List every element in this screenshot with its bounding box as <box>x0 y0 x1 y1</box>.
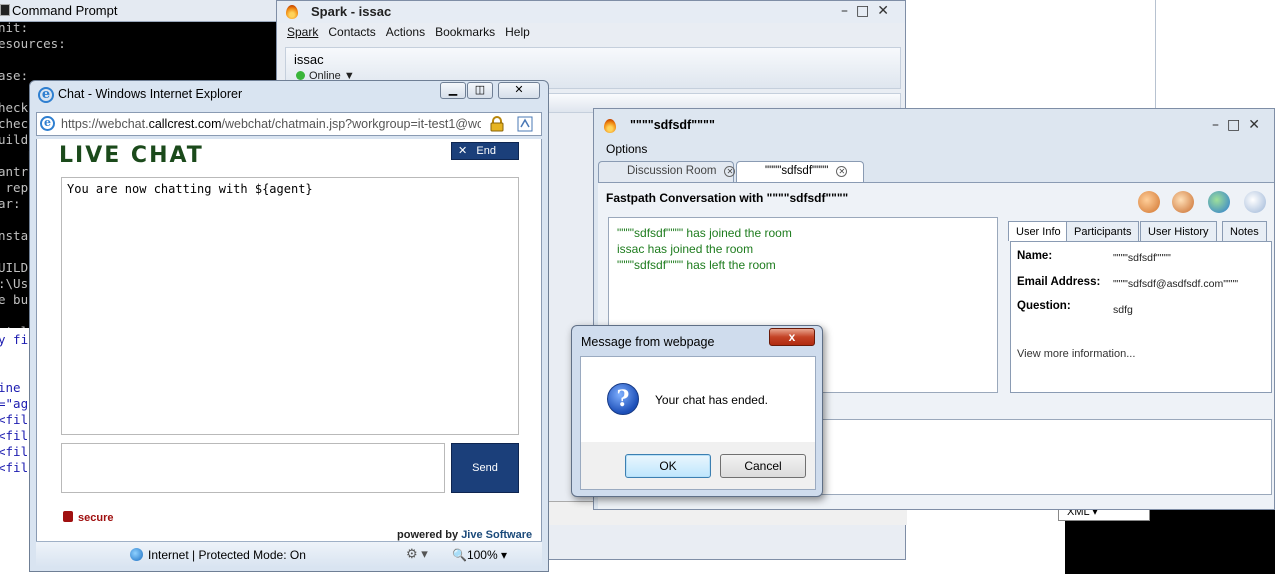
menu-bookmarks[interactable]: Bookmarks <box>435 25 495 39</box>
zoom-value: 100% <box>466 548 498 562</box>
ie-logo-icon: e <box>38 87 54 103</box>
chat-transcript: You are now chatting with ${agent} <box>61 177 519 435</box>
security-zone[interactable]: Internet | Protected Mode: On <box>148 548 306 562</box>
menu-contacts[interactable]: Contacts <box>328 25 375 39</box>
menu-spark[interactable]: Spark <box>287 25 318 39</box>
tab-sdfsdf[interactable]: """"sdfsdf"""" ✕ <box>736 161 864 182</box>
ie-title: Chat - Windows Internet Explorer <box>58 87 243 101</box>
spark-titlebar[interactable]: Spark - issac –□✕ <box>277 1 905 23</box>
dialog-title: Message from webpage <box>581 335 715 349</box>
cmd-icon <box>0 4 10 16</box>
restore-button[interactable]: ◫ <box>467 82 493 99</box>
spark-flame-icon <box>286 5 298 19</box>
options-menu[interactable]: Options <box>606 142 647 156</box>
chat-titlebar[interactable]: """"sdfsdf"""" –□✕ <box>594 109 1274 143</box>
url-path: /webchat/chatmain.jsp?workgroup=it-test1… <box>221 117 482 131</box>
url-domain: callcrest.com <box>148 117 222 131</box>
tab-notes[interactable]: Notes <box>1222 221 1267 241</box>
chat-title: """"sdfsdf"""" <box>630 118 715 132</box>
view-more-link[interactable]: View more information... <box>1017 348 1135 360</box>
ie-chat-window: e Chat - Windows Internet Explorer ▁ ◫ ✕… <box>29 80 549 572</box>
secure-label: secure <box>78 512 114 524</box>
info-tabbar: User Info Participants User History Note… <box>1008 221 1270 241</box>
page-icon: e <box>40 116 55 131</box>
send-button[interactable]: Send <box>451 443 519 493</box>
tab-user-info[interactable]: User Info <box>1008 221 1069 241</box>
live-chat-title: LIVE CHAT <box>59 143 204 168</box>
tab-discussion-room[interactable]: Discussion Room ✕ <box>598 161 736 182</box>
conversation-actions <box>1138 189 1268 215</box>
cmd-title: Command Prompt <box>12 3 118 18</box>
name-label: Name: <box>1017 250 1053 262</box>
message-input[interactable] <box>61 443 445 493</box>
user-info-panel: Name: """"sdfsdf"""" Email Address: """"… <box>1010 241 1272 393</box>
close-tab-icon[interactable]: ✕ <box>724 166 736 177</box>
chat-tabbar: Discussion Room ✕ """"sdfsdf"""" ✕ <box>598 161 1274 183</box>
cmd-titlebar[interactable]: Command Prompt <box>0 0 282 22</box>
question-icon: ? <box>607 383 639 415</box>
lock-icon[interactable] <box>489 116 505 132</box>
ok-button[interactable]: OK <box>625 454 711 478</box>
xml-text: y fi ine ="ag <fil <fil <fil <fil <box>0 332 29 475</box>
tab-label: """"sdfsdf"""" <box>765 165 829 177</box>
dialog-message: Your chat has ended. <box>655 393 768 407</box>
spark-username: issac <box>294 52 324 67</box>
spark-title: Spark - issac <box>311 4 392 19</box>
invite-user-icon[interactable] <box>1138 191 1160 213</box>
menu-help[interactable]: Help <box>505 25 530 39</box>
compatibility-view-icon[interactable] <box>517 116 533 132</box>
tab-participants[interactable]: Participants <box>1066 221 1140 241</box>
close-button[interactable]: ✕ <box>498 82 540 99</box>
question-value: sdfg <box>1113 304 1133 316</box>
question-label: Question: <box>1017 300 1071 312</box>
message-dialog: Message from webpage x ? Your chat has e… <box>571 325 823 497</box>
online-dot-icon <box>296 71 305 80</box>
cancel-button[interactable]: Cancel <box>720 454 806 478</box>
url-prefix: https://webchat. <box>61 117 149 131</box>
close-tab-icon[interactable]: ✕ <box>836 166 848 177</box>
chat-page-content: LIVE CHAT ✕ End You are now chatting wit… <box>36 139 542 541</box>
ie-titlebar[interactable]: e Chat - Windows Internet Explorer ▁ ◫ ✕ <box>30 81 548 109</box>
name-value: """"sdfsdf"""" <box>1113 252 1171 264</box>
log-entry: """"sdfsdf"""" has joined the room <box>617 226 792 240</box>
zoom-level[interactable]: 🔍100% ▾ <box>452 548 507 562</box>
tab-label: Discussion Room <box>627 165 717 177</box>
dialog-footer: OK Cancel <box>580 442 816 490</box>
ie-status-bar: Internet | Protected Mode: On ⚙ ▾ 🔍100% … <box>36 541 542 567</box>
chat-window-controls[interactable]: –□✕ <box>1212 117 1268 133</box>
powered-prefix: powered by <box>397 529 459 541</box>
transcript-line: You are now chatting with ${agent} <box>67 182 313 196</box>
address-bar[interactable]: e https://webchat.callcrest.com/webchat/… <box>36 112 542 136</box>
url-text[interactable]: https://webchat.callcrest.com/webchat/ch… <box>61 117 481 131</box>
log-entry: """"sdfsdf"""" has left the room <box>617 258 776 272</box>
spark-menubar: Spark Contacts Actions Bookmarks Help <box>277 25 905 43</box>
email-value: """"sdfsdf@asdfsdf.com"""" <box>1113 278 1239 290</box>
conversation-title: Fastpath Conversation with """"sdfsdf"""… <box>606 191 849 205</box>
end-label: End <box>476 145 496 157</box>
transfer-user-icon[interactable] <box>1172 191 1194 213</box>
protected-mode-icon[interactable]: ⚙ ▾ <box>406 546 428 562</box>
padlock-icon <box>63 511 73 522</box>
co-browse-icon[interactable] <box>1208 191 1230 213</box>
jive-software-link[interactable]: Jive Software <box>461 529 532 541</box>
chat-flame-icon <box>604 119 616 133</box>
dialog-body: ? Your chat has ended. <box>580 356 816 442</box>
spark-window-controls[interactable]: –□✕ <box>841 3 897 19</box>
dialog-close-button[interactable]: x <box>769 328 815 346</box>
tab-user-history[interactable]: User History <box>1140 221 1217 241</box>
minimize-button[interactable]: ▁ <box>440 82 466 99</box>
powered-by: powered by Jive Software <box>397 529 532 541</box>
spreadsheet-window-edge <box>1155 0 1275 110</box>
end-chat-icon[interactable] <box>1244 191 1266 213</box>
log-entry: issac has joined the room <box>617 242 754 256</box>
globe-icon <box>130 548 143 561</box>
secure-indicator: secure <box>63 511 113 524</box>
close-icon: ✕ <box>458 145 468 157</box>
end-chat-button[interactable]: ✕ End <box>451 142 519 160</box>
menu-actions[interactable]: Actions <box>386 25 425 39</box>
email-label: Email Address: <box>1017 276 1101 288</box>
